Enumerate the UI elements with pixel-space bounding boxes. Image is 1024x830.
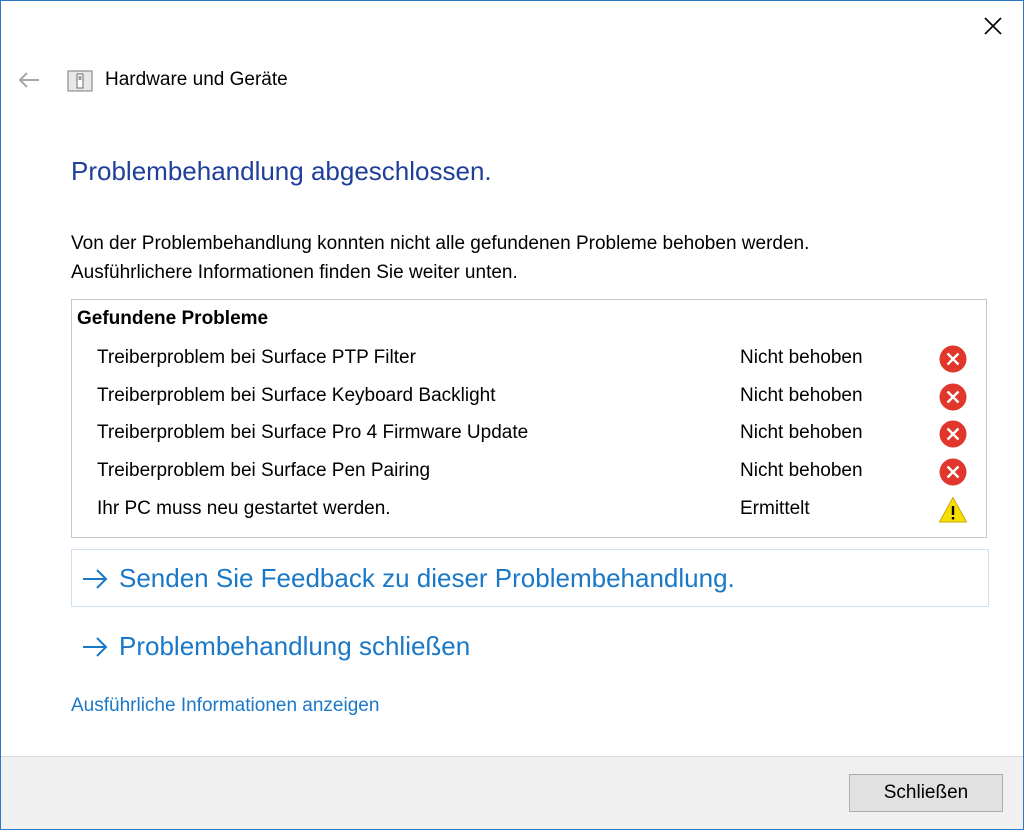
problem-status: Nicht behoben: [740, 422, 863, 443]
close-troubleshooter-link[interactable]: Problembehandlung schließen: [81, 631, 470, 662]
problem-row: Treiberproblem bei Surface Pro 4 Firmwar…: [72, 418, 986, 454]
back-button[interactable]: [15, 67, 43, 93]
page-heading: Problembehandlung abgeschlossen.: [71, 156, 492, 186]
footer-bar: Schließen: [1, 756, 1023, 829]
warning-icon: [939, 497, 967, 523]
arrow-right-icon: [83, 568, 108, 589]
window-title: Hardware und Geräte: [105, 69, 288, 90]
problems-title: Gefundene Probleme: [77, 308, 269, 329]
problem-row: Ihr PC muss neu gestartet werden. Ermitt…: [72, 494, 986, 530]
description-line-2: Ausführlichere Informationen finden Sie …: [71, 262, 518, 283]
problem-name: Treiberproblem bei Surface PTP Filter: [97, 347, 416, 368]
close-troubleshooter-link-text: Problembehandlung schließen: [119, 631, 471, 661]
problem-row: Treiberproblem bei Surface Pen Pairing N…: [72, 456, 986, 492]
problem-name: Treiberproblem bei Surface Keyboard Back…: [97, 385, 496, 406]
arrow-right-icon: [83, 636, 108, 657]
problem-status: Nicht behoben: [740, 347, 863, 368]
error-icon: [939, 383, 967, 411]
feedback-link-text: Senden Sie Feedback zu dieser Problembeh…: [119, 563, 735, 593]
troubleshooter-icon: [67, 70, 93, 92]
close-button[interactable]: Schließen: [849, 774, 1003, 812]
troubleshooter-window: Hardware und Geräte Problembehandlung ab…: [0, 0, 1024, 830]
problem-status: Nicht behoben: [740, 460, 863, 481]
problems-panel: Gefundene Probleme Treiberproblem bei Su…: [71, 299, 987, 538]
problem-status: Ermittelt: [740, 498, 810, 519]
problem-name: Ihr PC muss neu gestartet werden.: [97, 498, 391, 519]
problem-row: Treiberproblem bei Surface Keyboard Back…: [72, 381, 986, 417]
error-icon: [939, 345, 967, 373]
close-icon: [984, 17, 1002, 35]
problem-status: Nicht behoben: [740, 385, 863, 406]
back-arrow-icon: [18, 72, 39, 88]
error-icon: [939, 458, 967, 486]
feedback-link[interactable]: Senden Sie Feedback zu dieser Problembeh…: [81, 563, 735, 594]
problem-name: Treiberproblem bei Surface Pen Pairing: [97, 460, 431, 481]
error-icon: [939, 420, 967, 448]
problem-name: Treiberproblem bei Surface Pro 4 Firmwar…: [97, 422, 529, 443]
description-line-1: Von der Problembehandlung konnten nicht …: [71, 233, 810, 254]
description: Von der Problembehandlung konnten nicht …: [71, 229, 971, 287]
window-close-button[interactable]: [971, 9, 1015, 43]
problem-row: Treiberproblem bei Surface PTP Filter Ni…: [72, 343, 986, 379]
details-link[interactable]: Ausführliche Informationen anzeigen: [71, 695, 379, 717]
